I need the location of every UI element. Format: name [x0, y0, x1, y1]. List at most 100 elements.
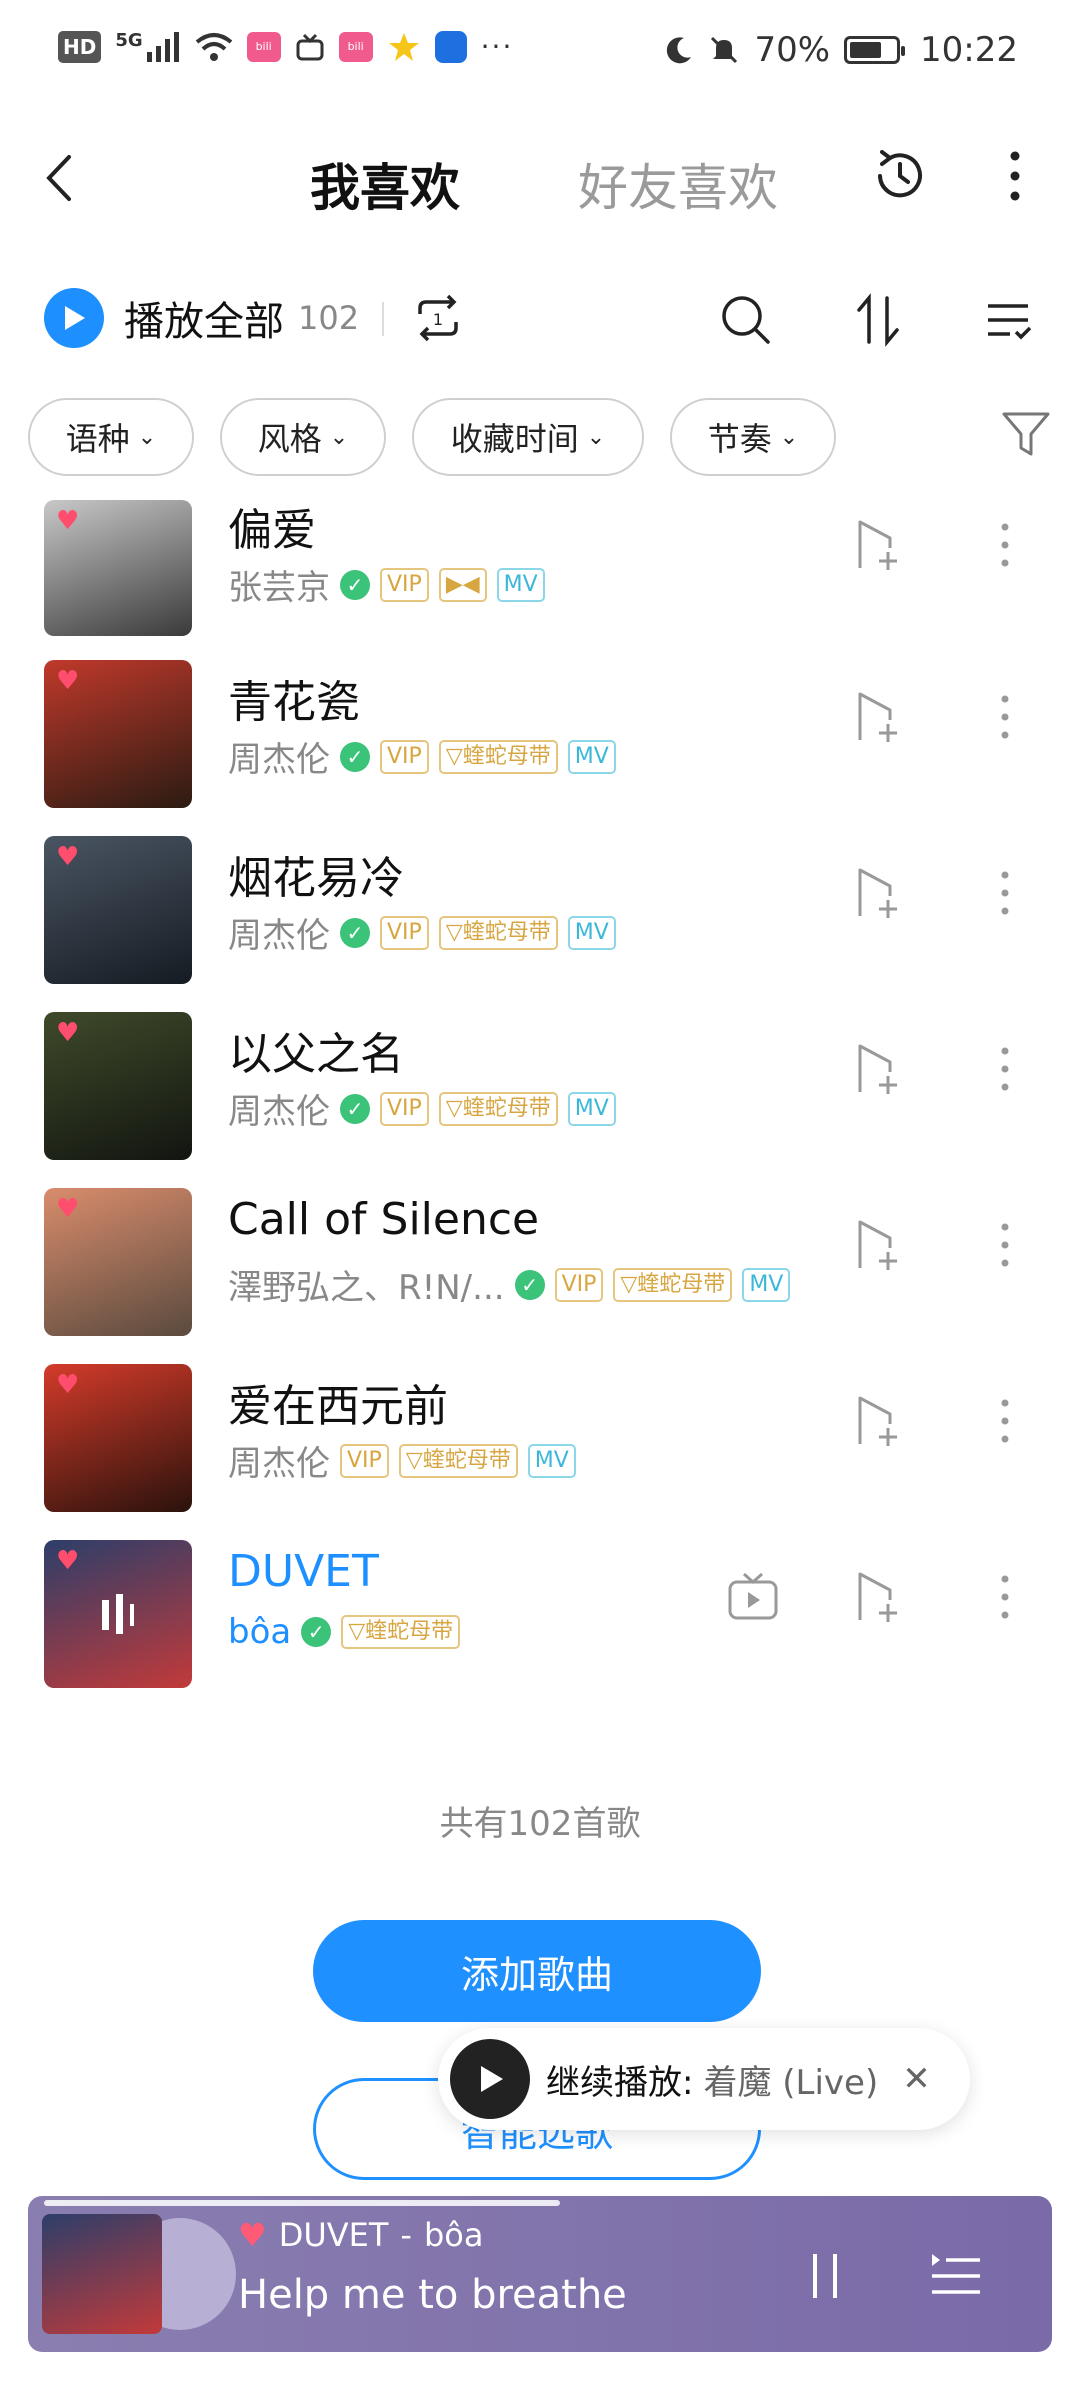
album-cover[interactable]: ♥: [44, 1012, 192, 1160]
resume-playback-toast[interactable]: 继续播放: 着魔 (Live) ✕: [438, 2028, 970, 2130]
search-button[interactable]: [714, 288, 778, 352]
filter-genre-label: 风格: [257, 420, 322, 458]
song-more-button[interactable]: [990, 866, 1020, 920]
song-more-button[interactable]: [990, 1218, 1020, 1272]
song-more-button[interactable]: [990, 1042, 1020, 1096]
album-cover[interactable]: ♥: [44, 836, 192, 984]
chevron-down-icon: ⌄: [329, 424, 349, 450]
header: 我喜欢 好友喜欢: [0, 130, 1080, 230]
mv-badge[interactable]: MV: [567, 1091, 616, 1126]
bilibili-notification-icon: bili: [246, 31, 281, 62]
vip-badge: VIP: [340, 1443, 389, 1478]
player-song-title: DUVET: [278, 2216, 389, 2254]
song-more-button[interactable]: [990, 518, 1020, 572]
song-more-button[interactable]: [990, 690, 1020, 744]
search-icon: [722, 296, 770, 344]
album-cover[interactable]: ♥: [44, 500, 192, 636]
vertical-dots-icon: [1001, 1399, 1009, 1443]
signal-icon: [146, 31, 179, 62]
album-cover[interactable]: ♥: [44, 1188, 192, 1336]
list-toolbar: 播放全部 102 1: [0, 280, 1080, 360]
album-cover[interactable]: ♥: [44, 1540, 192, 1688]
add-to-playlist-button[interactable]: [852, 1042, 906, 1096]
add-to-playlist-icon: [858, 520, 897, 570]
tv-icon: [296, 33, 324, 60]
filter-language[interactable]: 语种 ⌄: [28, 398, 194, 476]
play-all-button[interactable]: 播放全部 102: [44, 288, 359, 348]
album-cover[interactable]: ♥: [44, 1364, 192, 1512]
history-button[interactable]: [868, 144, 932, 208]
more-options-button[interactable]: [990, 144, 1040, 208]
loop-mode-button[interactable]: 1: [408, 288, 468, 348]
liked-heart-icon: ♥: [56, 1018, 80, 1048]
add-to-playlist-button[interactable]: [852, 1570, 906, 1624]
song-title: 以父之名: [228, 1029, 404, 1080]
song-list: ♥ 偏爱 张芸京 ✓ VIP ▶◀ MV ♥ 青花瓷 周杰伦 ✓ VIP ▽蝰蛇…: [0, 500, 1080, 1700]
hd-indicator: HD: [58, 30, 102, 63]
moon-icon: [667, 37, 692, 64]
song-more-button[interactable]: [990, 1570, 1020, 1624]
player-album-cover[interactable]: [42, 2214, 162, 2334]
manage-list-button[interactable]: [976, 288, 1040, 352]
player-separator: -: [400, 2216, 412, 2254]
clock-history-icon: [878, 150, 922, 198]
tape-badge: ▽蝰蛇母带: [341, 1615, 461, 1649]
song-more-button[interactable]: [990, 1394, 1020, 1448]
filter-tempo-label: 节奏: [707, 420, 772, 458]
music-video-button[interactable]: [726, 1570, 780, 1624]
song-row[interactable]: ♥ 偏爱 张芸京 ✓ VIP ▶◀ MV: [0, 500, 1080, 664]
repeat-one-icon: 1: [418, 294, 458, 342]
tab-friends-likes[interactable]: 好友喜欢: [578, 148, 778, 220]
add-to-playlist-button[interactable]: [852, 690, 906, 744]
song-artist: 张芸京: [228, 568, 330, 608]
filter-tempo[interactable]: 节奏 ⌄: [670, 398, 836, 476]
vertical-dots-icon: [1001, 1575, 1009, 1619]
back-button[interactable]: [28, 148, 88, 208]
filter-collect-time[interactable]: 收藏时间 ⌄: [412, 398, 644, 476]
sort-button[interactable]: [846, 288, 910, 352]
add-to-playlist-button[interactable]: [852, 1394, 906, 1448]
mv-badge[interactable]: MV: [567, 915, 616, 950]
mv-badge[interactable]: MV: [567, 739, 616, 774]
resume-song: 着魔 (Live): [703, 2062, 879, 2103]
add-to-playlist-button[interactable]: [852, 1218, 906, 1272]
song-row[interactable]: ♥ 以父之名 周杰伦 ✓ VIP ▽蝰蛇母带 MV: [0, 1012, 1080, 1188]
playback-progress: [44, 2200, 560, 2206]
song-row[interactable]: ♥ Call of Silence 澤野弘之、R!N/... ✓ VIP ▽蝰蛇母…: [0, 1188, 1080, 1364]
filter-button[interactable]: [998, 406, 1058, 466]
album-cover[interactable]: ♥: [44, 660, 192, 808]
song-row[interactable]: ♥ DUVET bôa ✓ ▽蝰蛇母带: [0, 1540, 1080, 1700]
vertical-dots-icon: [1001, 1047, 1009, 1091]
verified-check-icon: ✓: [340, 917, 370, 948]
mv-badge[interactable]: MV: [496, 567, 545, 602]
song-title: Call of Silence: [228, 1194, 540, 1245]
mv-badge[interactable]: MV: [527, 1443, 576, 1478]
song-row[interactable]: ♥ 青花瓷 周杰伦 ✓ VIP ▽蝰蛇母带 MV: [0, 660, 1080, 836]
song-artist: 周杰伦: [228, 740, 330, 780]
divider: [382, 302, 384, 336]
vertical-dots-icon: [1001, 695, 1009, 739]
close-icon[interactable]: ✕: [902, 2059, 931, 2099]
liked-heart-icon[interactable]: ♥: [238, 2216, 267, 2254]
liked-heart-icon: ♥: [56, 842, 80, 872]
song-title: DUVET: [228, 1546, 379, 1597]
song-title: 爱在西元前: [228, 1381, 448, 1432]
filter-collect-time-label: 收藏时间: [450, 420, 579, 458]
wifi-icon: [195, 32, 232, 61]
pause-icon: [813, 2254, 837, 2298]
song-row[interactable]: ♥ 烟花易冷 周杰伦 ✓ VIP ▽蝰蛇母带 MV: [0, 836, 1080, 1012]
network-type: 5G: [115, 30, 143, 51]
pause-button[interactable]: [800, 2246, 850, 2306]
mv-badge[interactable]: MV: [742, 1267, 791, 1302]
star-icon: [388, 32, 419, 61]
filter-genre[interactable]: 风格 ⌄: [220, 398, 386, 476]
song-title: 偏爱: [228, 505, 316, 556]
add-songs-button[interactable]: 添加歌曲: [313, 1920, 761, 2022]
playlist-queue-button[interactable]: [926, 2246, 986, 2306]
add-to-playlist-button[interactable]: [852, 518, 906, 572]
add-to-playlist-button[interactable]: [852, 866, 906, 920]
add-to-playlist-icon: [858, 1572, 897, 1622]
song-row[interactable]: ♥ 爱在西元前 周杰伦 VIP ▽蝰蛇母带 MV: [0, 1364, 1080, 1540]
mini-player[interactable]: ♥ DUVET - bôa Help me to breathe: [28, 2196, 1052, 2352]
tab-my-likes[interactable]: 我喜欢: [310, 148, 460, 220]
